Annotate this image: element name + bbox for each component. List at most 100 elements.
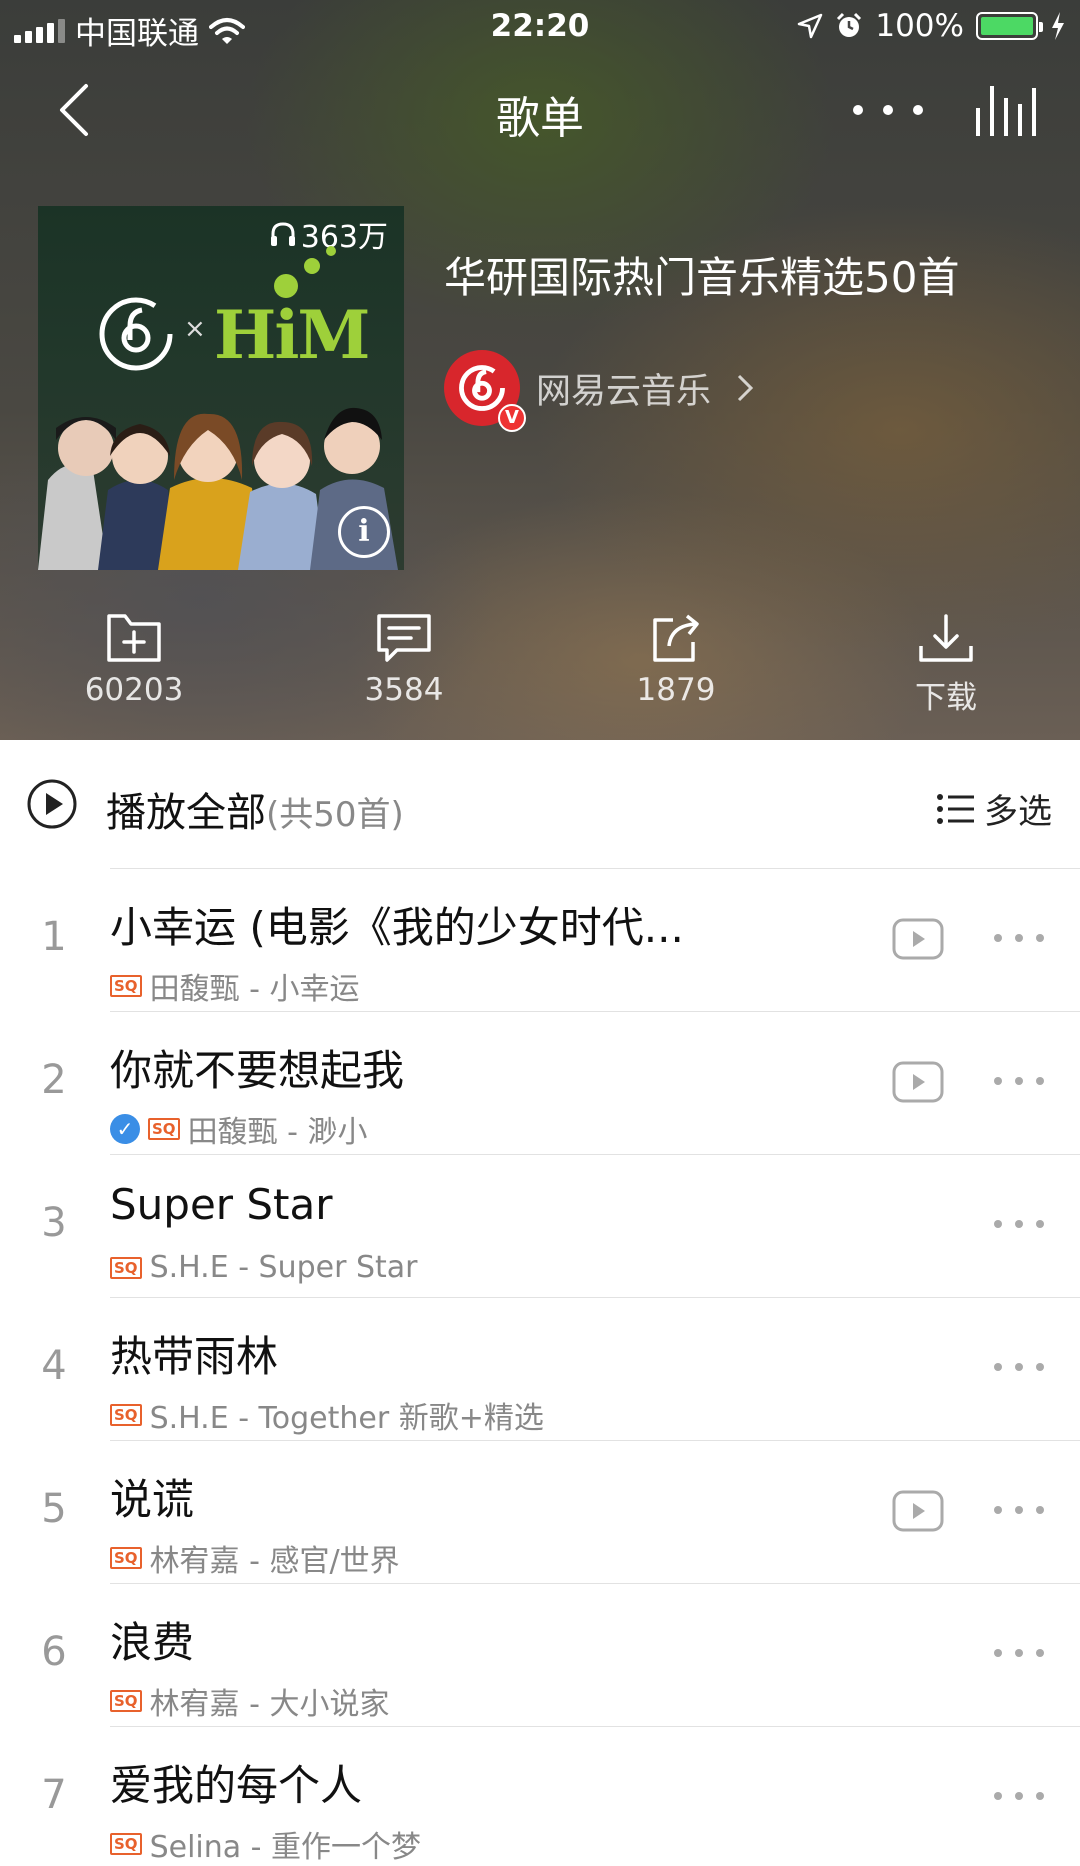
song-artist-album: 林宥嘉 - 感官/世界 xyxy=(149,1544,400,1579)
more-options-icon[interactable] xyxy=(992,1216,1046,1232)
song-subtitle: SQ S.H.E - Super Star xyxy=(110,1250,418,1285)
creator-avatar: V xyxy=(444,350,526,432)
more-options-icon[interactable] xyxy=(992,1359,1046,1375)
sq-badge: SQ xyxy=(110,1833,142,1855)
share-count: 1879 xyxy=(636,672,716,708)
battery-icon xyxy=(976,12,1043,40)
song-index: 5 xyxy=(41,1486,67,1532)
multi-select-button[interactable]: 多选 xyxy=(936,784,1052,833)
play-all-label[interactable]: 播放全部(共50首) xyxy=(106,780,404,838)
song-subtitle: SQ S.H.E - Together 新歌+精选 xyxy=(110,1393,544,1437)
row-divider xyxy=(110,1154,1080,1155)
chevron-right-icon xyxy=(737,374,754,402)
song-artist-album: 田馥甄 - 小幸运 xyxy=(149,972,360,1007)
action-row: 60203 3584 1879 下载 xyxy=(0,612,1080,732)
song-subtitle: ✓ SQ 田馥甄 - 渺小 xyxy=(110,1107,367,1151)
more-options-icon[interactable] xyxy=(992,1502,1046,1518)
more-options-icon[interactable] xyxy=(992,1788,1046,1804)
playlist-header: 中国联通 22:20 100% 歌单 363万 × HiM i 华研国际热门音乐… xyxy=(0,0,1080,740)
sq-badge: SQ xyxy=(110,975,142,997)
sq-badge: SQ xyxy=(148,1118,180,1140)
song-title: 小幸运 (电影《我的少女时代... xyxy=(110,903,684,952)
creator-name: 网易云音乐 xyxy=(536,371,712,412)
song-count: (共50首) xyxy=(266,795,404,835)
song-row[interactable]: 2 你就不要想起我 ✓ SQ 田馥甄 - 渺小 xyxy=(0,1011,1080,1154)
song-row[interactable]: 6 浪费 SQ 林宥嘉 - 大小说家 xyxy=(0,1583,1080,1726)
song-row[interactable]: 5 说谎 SQ 林宥嘉 - 感官/世界 xyxy=(0,1440,1080,1583)
song-title: 你就不要想起我 xyxy=(110,1046,405,1095)
cover-x: × xyxy=(184,314,206,344)
song-row[interactable]: 4 热带雨林 SQ S.H.E - Together 新歌+精选 xyxy=(0,1297,1080,1440)
now-playing-icon[interactable] xyxy=(972,82,1042,138)
netease-logo-icon xyxy=(99,297,173,371)
row-divider xyxy=(110,1297,1080,1298)
row-divider xyxy=(110,1726,1080,1727)
sq-badge: SQ xyxy=(110,1256,142,1279)
comment-icon xyxy=(377,614,431,662)
song-row[interactable]: 3 Super Star SQ S.H.E - Super Star xyxy=(0,1154,1080,1297)
row-divider xyxy=(110,1011,1080,1012)
row-divider xyxy=(110,868,1080,869)
play-all-text: 播放全部 xyxy=(106,790,266,836)
song-subtitle: SQ Selina - 重作一个梦 xyxy=(110,1822,421,1866)
more-options-icon[interactable] xyxy=(992,930,1046,946)
sq-badge: SQ xyxy=(110,1404,142,1426)
song-subtitle: SQ 田馥甄 - 小幸运 xyxy=(110,964,359,1008)
headphones-icon xyxy=(270,222,295,246)
song-title: 爱我的每个人 xyxy=(110,1761,363,1810)
more-options-icon[interactable] xyxy=(992,1073,1046,1089)
play-circle-icon[interactable] xyxy=(26,778,78,830)
status-right: 100% xyxy=(797,8,1066,44)
comment-button[interactable]: 3584 xyxy=(304,612,504,708)
battery-percent: 100% xyxy=(875,8,964,44)
creator-link[interactable]: V 网易云音乐 xyxy=(444,350,755,432)
song-row[interactable]: 7 爱我的每个人 SQ Selina - 重作一个梦 xyxy=(0,1726,1080,1866)
downloaded-check-icon: ✓ xyxy=(110,1114,140,1144)
list-icon xyxy=(937,793,974,824)
song-title: 热带雨林 xyxy=(110,1332,279,1381)
song-index: 2 xyxy=(41,1057,67,1103)
sq-badge: SQ xyxy=(110,1690,142,1712)
song-artist-album: S.H.E - Super Star xyxy=(149,1250,418,1285)
download-button[interactable]: 下载 xyxy=(846,612,1046,717)
song-subtitle: SQ 林宥嘉 - 大小说家 xyxy=(110,1679,389,1723)
more-options-icon[interactable] xyxy=(992,1645,1046,1661)
song-index: 3 xyxy=(41,1200,67,1246)
song-artist-album: S.H.E - Together 新歌+精选 xyxy=(149,1401,544,1436)
share-icon xyxy=(653,614,699,662)
song-index: 7 xyxy=(41,1772,67,1818)
mv-play-icon[interactable] xyxy=(892,918,944,960)
more-icon[interactable] xyxy=(848,90,928,130)
song-row[interactable]: 1 小幸运 (电影《我的少女时代... SQ 田馥甄 - 小幸运 xyxy=(0,868,1080,1011)
mv-play-icon[interactable] xyxy=(892,1061,944,1103)
alarm-icon xyxy=(837,12,862,37)
mv-play-icon[interactable] xyxy=(892,1490,944,1532)
song-title: Super Star xyxy=(110,1180,333,1229)
verified-badge-icon: V xyxy=(498,404,526,432)
song-index: 6 xyxy=(41,1629,67,1675)
song-list: 播放全部(共50首) 多选 1 小幸运 (电影《我的少女时代... SQ 田馥甄 - … xyxy=(0,740,1080,1866)
playlist-cover[interactable]: 363万 × HiM i xyxy=(38,206,404,570)
info-icon[interactable]: i xyxy=(338,506,390,558)
sq-badge: SQ xyxy=(110,1547,142,1569)
status-bar: 中国联通 22:20 100% xyxy=(0,0,1080,54)
location-icon xyxy=(798,13,823,39)
song-artist-album: 林宥嘉 - 大小说家 xyxy=(149,1687,390,1722)
collect-button[interactable]: 60203 xyxy=(34,612,234,708)
play-all-bar[interactable]: 播放全部(共50首) 多选 xyxy=(0,740,1080,868)
song-index: 4 xyxy=(41,1343,67,1389)
netease-logo-icon xyxy=(459,365,505,411)
multi-select-label: 多选 xyxy=(984,792,1052,832)
download-icon xyxy=(919,614,973,662)
playlist-title: 华研国际热门音乐精选50首 xyxy=(444,253,960,302)
cover-brand: HiM xyxy=(214,296,370,374)
song-index: 1 xyxy=(41,914,67,960)
song-title: 说谎 xyxy=(110,1475,195,1524)
add-folder-icon xyxy=(107,614,161,662)
song-title: 浪费 xyxy=(110,1618,195,1667)
share-button[interactable]: 1879 xyxy=(576,612,776,708)
song-subtitle: SQ 林宥嘉 - 感官/世界 xyxy=(110,1536,400,1580)
row-divider xyxy=(110,1583,1080,1584)
song-artist-album: 田馥甄 - 渺小 xyxy=(187,1115,368,1150)
download-label: 下载 xyxy=(915,680,977,716)
